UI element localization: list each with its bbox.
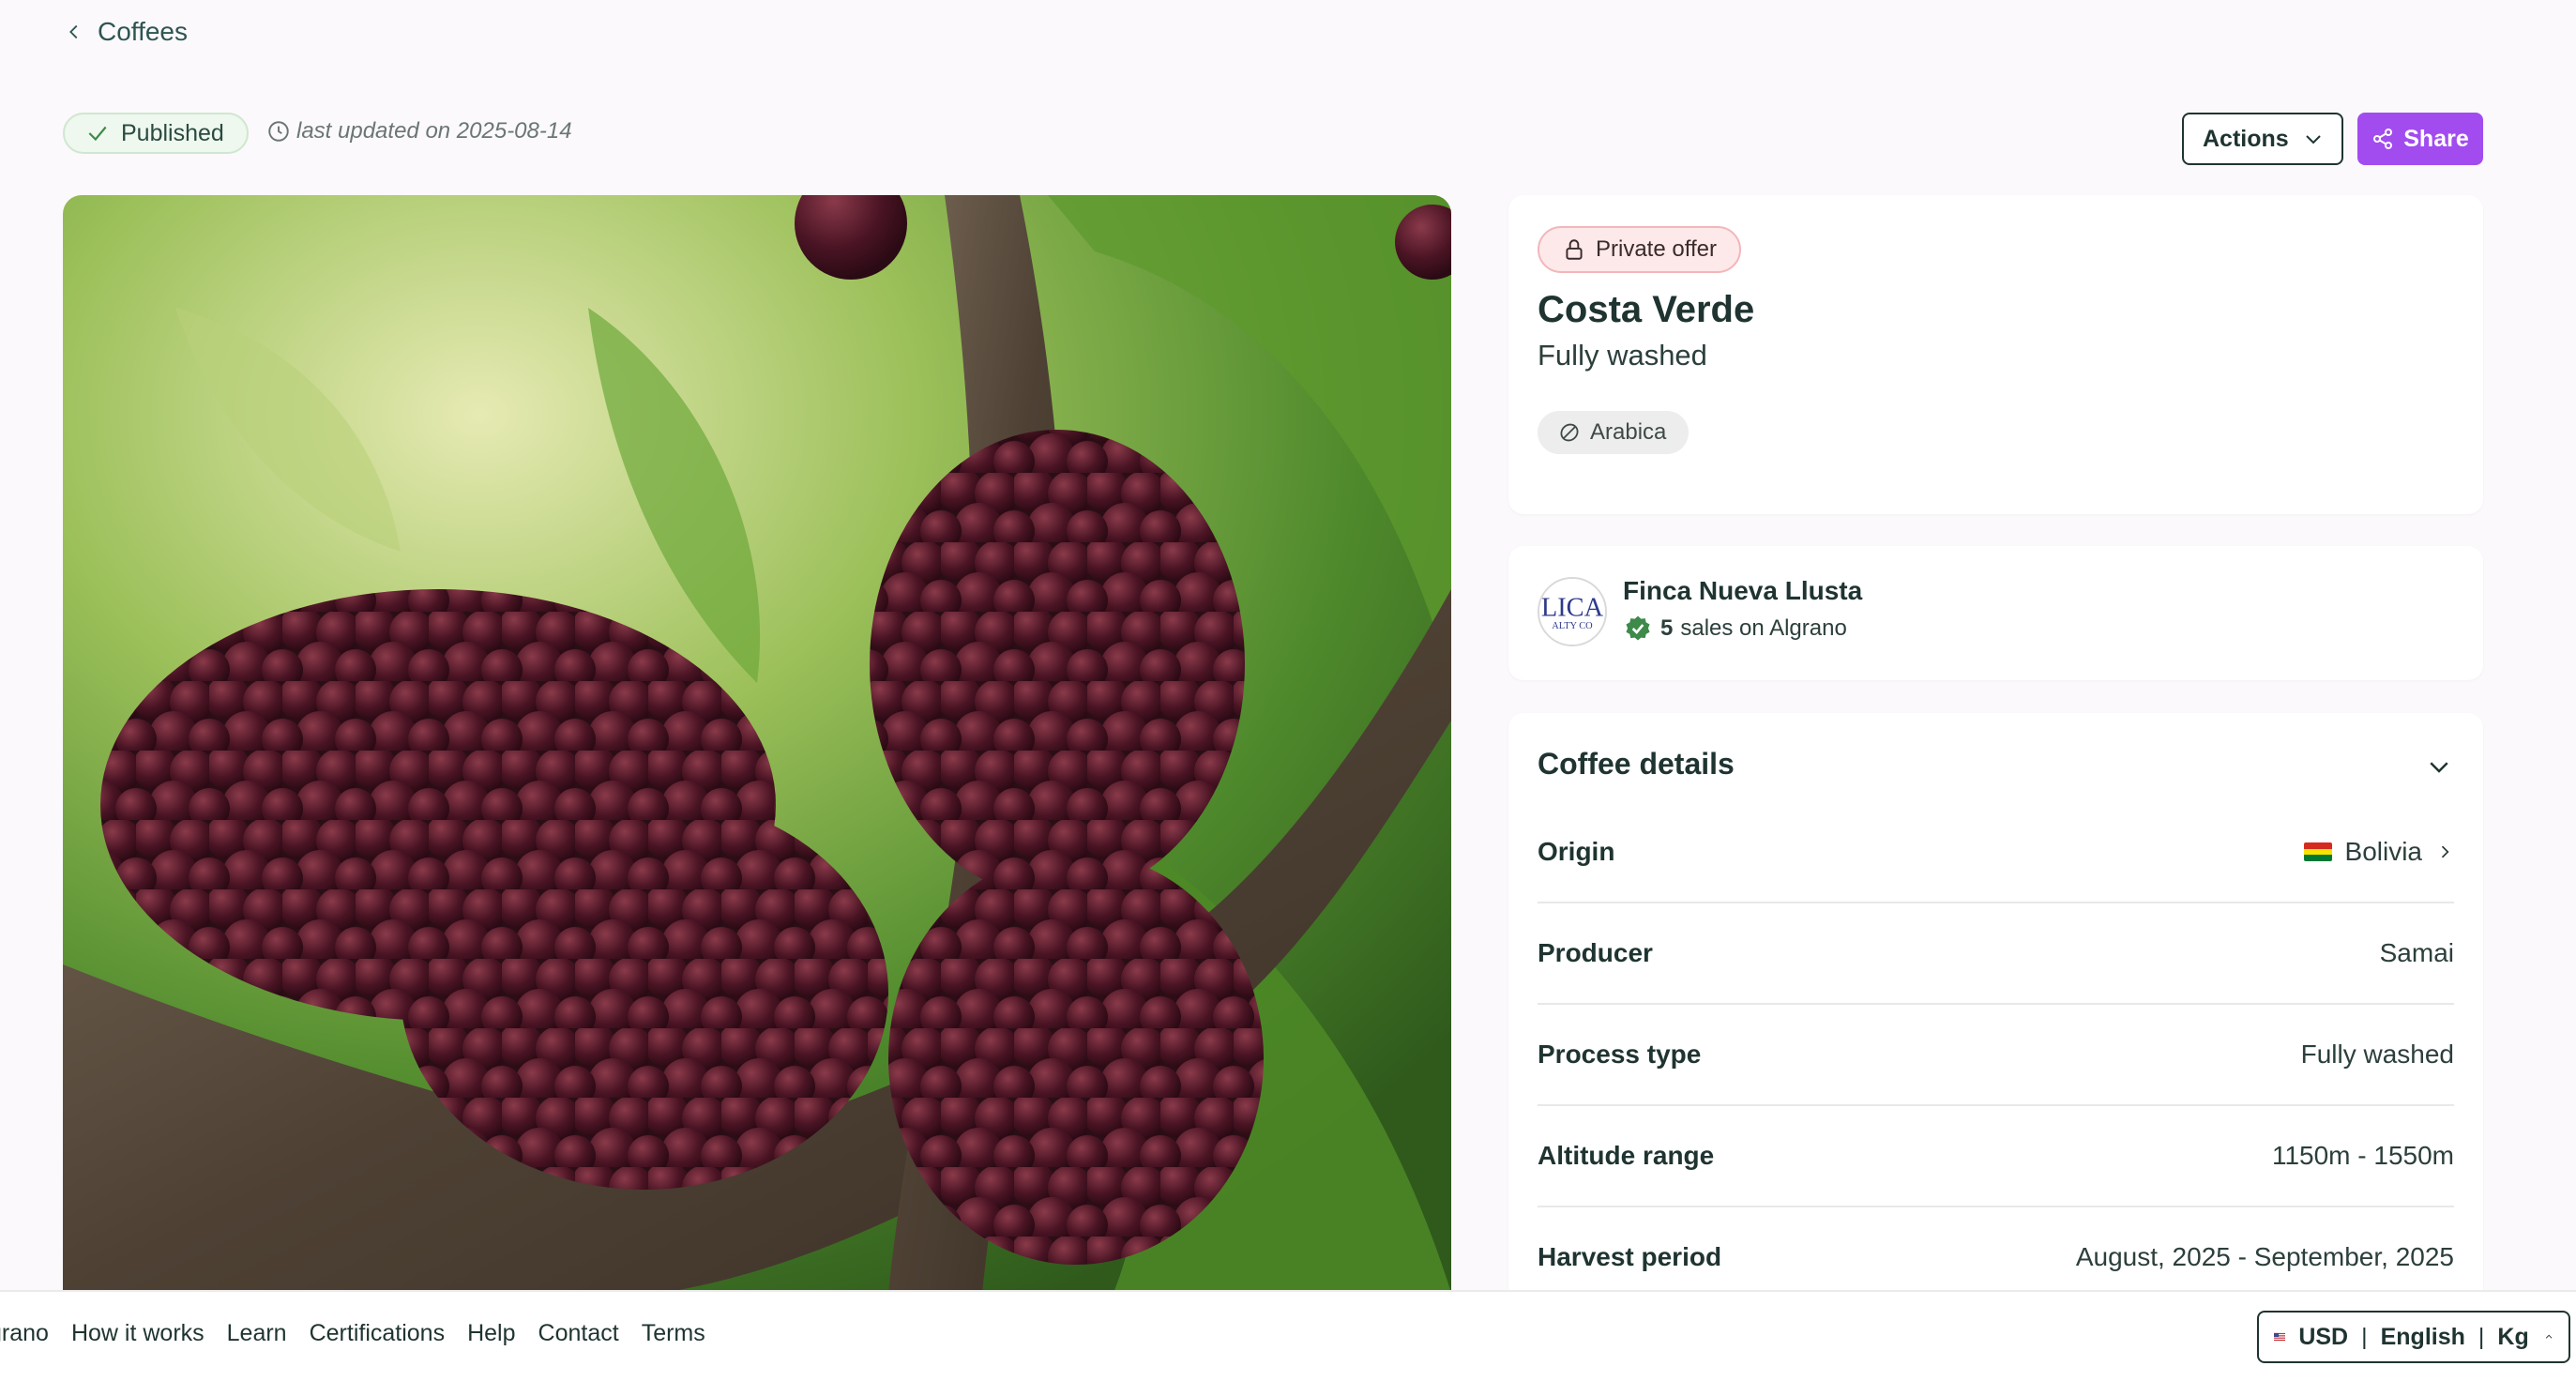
- seller-logo-text: LICA: [1541, 594, 1604, 623]
- actions-label: Actions: [2203, 125, 2289, 152]
- chevron-right-icon: [2441, 845, 2449, 858]
- separator: |: [2478, 1323, 2485, 1350]
- coffee-details-title: Coffee details: [1538, 747, 1735, 781]
- check-icon: [88, 126, 107, 142]
- detail-value: Samai: [2379, 938, 2454, 967]
- lock-icon: [1566, 239, 1583, 260]
- chevron-down-icon[interactable]: [2425, 752, 2453, 781]
- us-flag-icon: [2274, 1332, 2286, 1342]
- footer-link-learn[interactable]: Learn: [227, 1320, 287, 1347]
- detail-row-process: Process type Fully washed: [1538, 1005, 2454, 1106]
- coffee-process: Fully washed: [1538, 339, 1707, 372]
- bolivia-flag-icon: [2303, 842, 2332, 861]
- detail-value: Fully washed: [2300, 1040, 2454, 1069]
- detail-row-altitude: Altitude range 1150m - 1550m: [1538, 1106, 2454, 1207]
- variety-tag: Arabica: [1538, 411, 1690, 454]
- chevron-left-icon: [69, 24, 78, 39]
- detail-value: August, 2025 - September, 2025: [2075, 1242, 2454, 1271]
- chevron-up-icon: [2545, 1334, 2553, 1339]
- verified-badge-icon: [1626, 615, 1650, 641]
- bean-icon: [1560, 423, 1579, 442]
- separator: |: [2361, 1323, 2368, 1350]
- footer-links: grano How it works Learn Certifications …: [0, 1320, 705, 1347]
- unit-value: Kg: [2497, 1323, 2529, 1350]
- sales-suffix: sales on Algrano: [1680, 615, 1847, 641]
- back-link-label: Coffees: [98, 17, 188, 46]
- detail-value: Bolivia: [2303, 837, 2454, 867]
- coffee-details-card: Coffee details Origin Bolivia Producer S…: [1508, 713, 2483, 1313]
- seller-logo-image: LICA ALTY CO: [1539, 579, 1605, 645]
- variety-label: Arabica: [1590, 419, 1667, 445]
- seller-name: Finca Nueva Llusta: [1623, 576, 1863, 605]
- coffee-name: Costa Verde: [1538, 289, 1755, 330]
- last-updated-text: last updated on 2025-08-14: [296, 118, 572, 144]
- detail-label: Origin: [1538, 837, 1615, 866]
- sales-count: 5: [1660, 615, 1674, 641]
- footer-link-algrano[interactable]: grano: [0, 1320, 49, 1347]
- footer-link-certifications[interactable]: Certifications: [310, 1320, 446, 1347]
- last-updated: last updated on 2025-08-14: [266, 118, 572, 144]
- share-label: Share: [2403, 125, 2469, 152]
- language-value: English: [2380, 1323, 2465, 1350]
- detail-row-origin[interactable]: Origin Bolivia: [1538, 802, 2454, 903]
- origin-value: Bolivia: [2344, 837, 2422, 866]
- coffee-cherries-image: [63, 195, 1451, 1293]
- published-badge: Published: [63, 113, 249, 154]
- detail-label: Altitude range: [1538, 1141, 1715, 1170]
- seller-logo: LICA ALTY CO: [1538, 577, 1607, 646]
- private-offer-badge: Private offer: [1538, 226, 1741, 273]
- detail-label: Harvest period: [1538, 1242, 1722, 1271]
- seller-sales: 5 sales on Algrano: [1623, 614, 1847, 644]
- private-offer-label: Private offer: [1596, 236, 1717, 262]
- footer: grano How it works Learn Certifications …: [0, 1290, 2576, 1381]
- coffee-photo: [63, 195, 1451, 1293]
- footer-link-help[interactable]: Help: [467, 1320, 515, 1347]
- detail-row-producer: Producer Samai: [1538, 903, 2454, 1005]
- footer-link-how-it-works[interactable]: How it works: [71, 1320, 205, 1347]
- detail-label: Producer: [1538, 938, 1653, 967]
- share-icon: [2373, 129, 2393, 149]
- share-button[interactable]: Share: [2357, 113, 2483, 165]
- detail-value: 1150m - 1550m: [2271, 1141, 2454, 1170]
- clock-icon: [268, 121, 289, 142]
- footer-link-terms[interactable]: Terms: [642, 1320, 705, 1347]
- locale-selector[interactable]: USD | English | Kg: [2257, 1311, 2570, 1363]
- detail-label: Process type: [1538, 1040, 1702, 1069]
- chevron-down-icon: [2306, 135, 2321, 144]
- offer-card: Private offer Costa Verde Fully washed A…: [1508, 195, 2483, 514]
- seller-logo-subtext: ALTY CO: [1552, 621, 1593, 631]
- actions-button[interactable]: Actions: [2182, 113, 2343, 165]
- currency-value: USD: [2298, 1323, 2349, 1350]
- back-link[interactable]: Coffees: [64, 17, 188, 47]
- footer-link-contact[interactable]: Contact: [538, 1320, 619, 1347]
- published-label: Published: [121, 119, 224, 146]
- seller-card[interactable]: LICA ALTY CO Finca Nueva Llusta 5 sales …: [1508, 546, 2483, 680]
